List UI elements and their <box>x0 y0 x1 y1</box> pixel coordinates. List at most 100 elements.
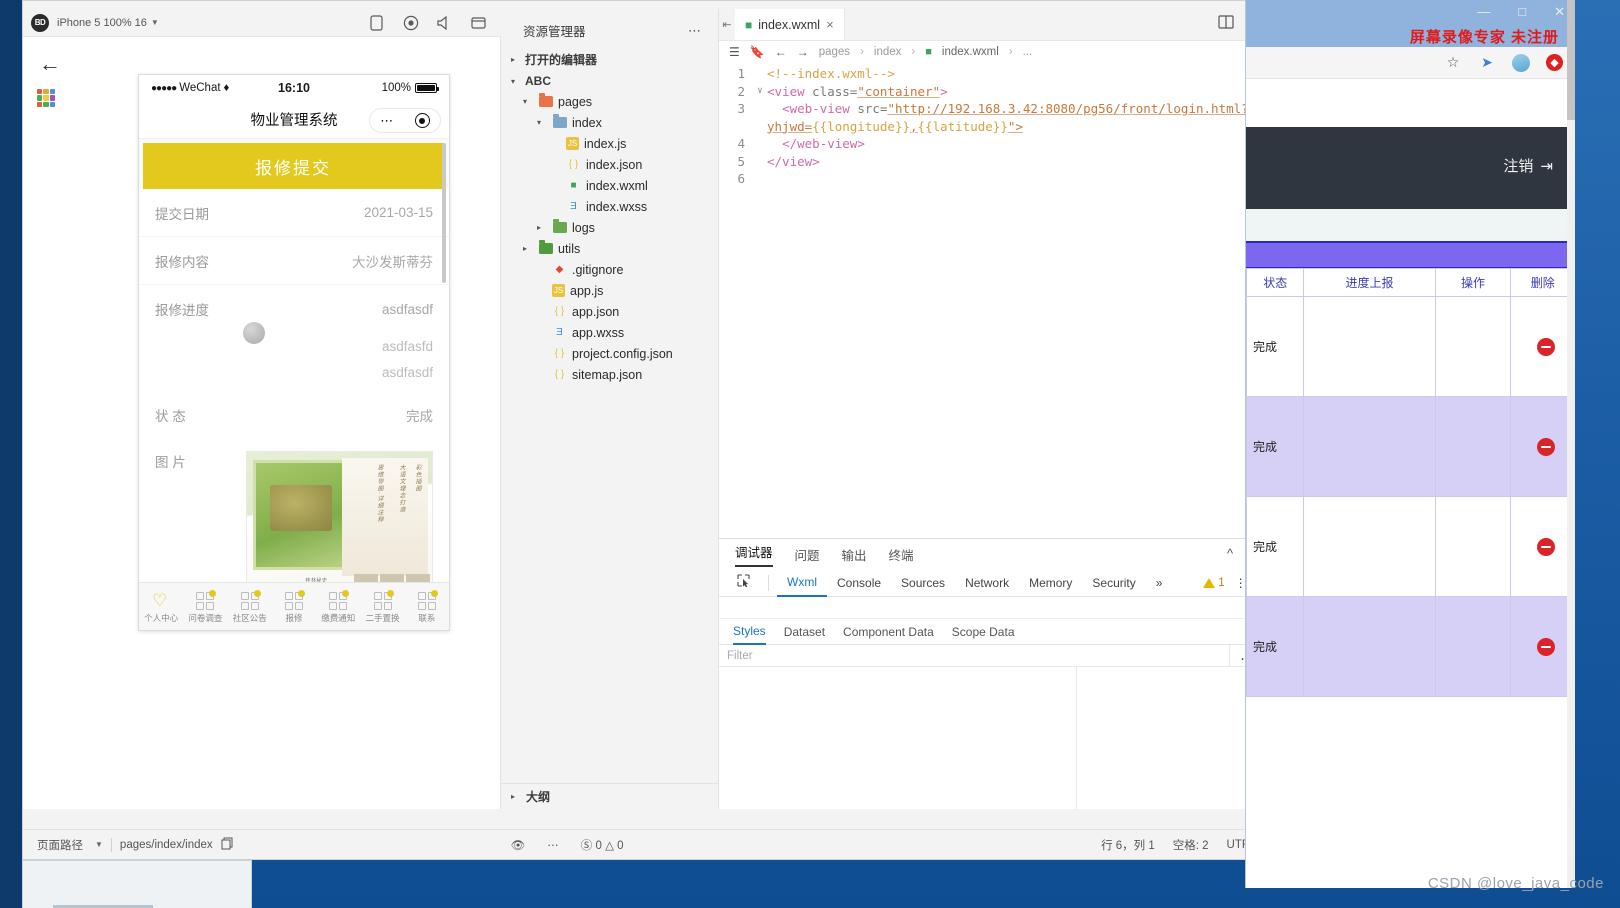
warning-badge[interactable]: 1 <box>1203 577 1225 589</box>
styles-filter-bar[interactable]: Filter .cls <box>719 645 1276 667</box>
chevron-down-icon[interactable]: ▼ <box>95 840 103 849</box>
maximize-icon[interactable]: □ <box>1518 4 1526 20</box>
filter-input[interactable]: Filter <box>719 645 1230 666</box>
devtool-tab-network[interactable]: Network <box>955 570 1019 596</box>
nav-back-icon[interactable]: ← <box>775 45 787 59</box>
split-editor-icon[interactable] <box>1218 15 1234 34</box>
file-tree-item[interactable]: { } index.json <box>501 154 718 175</box>
delete-circle-icon[interactable] <box>1536 537 1555 556</box>
code-editor[interactable]: 1 <!--index.wxml--> 2 ∨ <view class="contain… <box>719 63 1276 188</box>
cell-delete[interactable] <box>1510 496 1575 597</box>
debugger-panel-tabs[interactable]: 调试器 问题 输出 终端 ^ ✕ <box>719 539 1276 569</box>
breadcrumb-item-more[interactable]: ... <box>1023 46 1033 58</box>
code-line[interactable]: 3 <web-view src="http://192.168.3.42:808… <box>719 100 1276 135</box>
fold-toggle-icon[interactable]: ∨ <box>753 83 767 101</box>
styles-tab-component-data[interactable]: Component Data <box>843 625 934 639</box>
back-arrow-icon[interactable]: ← <box>39 53 61 75</box>
outline-list-icon[interactable]: ☰ <box>729 45 740 59</box>
record-icon[interactable] <box>402 14 419 31</box>
account-avatar-icon[interactable] <box>1512 53 1530 72</box>
tab-personal-center[interactable]: ♡ 个人中心 <box>139 592 183 624</box>
cell-delete[interactable] <box>1510 396 1575 497</box>
project-root-section[interactable]: ABC <box>501 71 718 91</box>
chevron-right-icon[interactable] <box>523 244 533 253</box>
panel-tab-problems[interactable]: 问题 <box>795 545 820 564</box>
wechat-capsule-buttons[interactable]: ⋯ <box>369 108 441 133</box>
cell-progress-report[interactable] <box>1303 296 1436 397</box>
close-miniprogram-icon[interactable] <box>414 113 430 128</box>
tab-second-hand[interactable]: 二手置换 <box>360 589 404 624</box>
cell-progress-report[interactable] <box>1303 496 1436 597</box>
tab-announcement[interactable]: 社区公告 <box>228 589 272 624</box>
tab-payment-notice[interactable]: 缴费通知 <box>316 589 360 624</box>
browser-toolbar[interactable]: ☆ ➤ ◆ <box>1246 47 1575 79</box>
repair-records-table[interactable]: 状态 进度上报 操作 删除 完成 完成 完成 完成 <box>1246 268 1575 697</box>
content-scrollbar[interactable] <box>442 143 446 283</box>
cell-action[interactable] <box>1434 296 1512 397</box>
sidebar-toggle-icon[interactable]: ⇤ <box>719 9 735 40</box>
wxml-tree-area[interactable] <box>719 597 1276 619</box>
breadcrumb-item-pages[interactable]: pages <box>819 46 850 58</box>
fold-toggle-icon[interactable] <box>753 65 767 83</box>
code-line[interactable]: 2 ∨ <view class="container"> <box>719 83 1276 101</box>
file-tree-item[interactable]: { } sitemap.json <box>501 364 718 385</box>
panel-tab-terminal[interactable]: 终端 <box>889 545 914 564</box>
miniprogram-tabbar[interactable]: ♡ 个人中心 问卷调查 社区公告 报修 缴费通知 二手置换 联系 <box>139 582 449 630</box>
page-path-label[interactable]: 页面路径 <box>37 837 83 853</box>
chevron-down-icon[interactable]: ▼ <box>151 18 159 27</box>
table-row[interactable]: 完成 <box>1246 296 1575 397</box>
column-header-action[interactable]: 操作 <box>1434 268 1512 297</box>
table-row[interactable]: 完成 <box>1246 496 1575 597</box>
window-icon[interactable] <box>470 14 487 31</box>
file-tree-item[interactable]: logs <box>501 217 718 238</box>
phone-simulator[interactable]: ●●●●● WeChat ♦ 16:10 100% 物业管理系统 ⋯ 报修提交 … <box>138 74 450 631</box>
volume-icon[interactable] <box>436 14 453 31</box>
background-window-sliver[interactable] <box>22 860 252 908</box>
outline-section[interactable]: 大纲 <box>501 783 719 809</box>
device-selector-label[interactable]: iPhone 5 100% 16 <box>57 17 147 29</box>
cell-action[interactable] <box>1434 596 1512 697</box>
devtools-tabbar[interactable]: Wxml Console Sources Network Memory Secu… <box>719 569 1276 597</box>
column-header-status[interactable]: 状态 <box>1246 268 1305 297</box>
file-tree[interactable]: pages index JS index.js { } index.json ■ index.… <box>501 91 718 385</box>
apps-grid-icon[interactable] <box>37 89 55 107</box>
code-line[interactable]: 4 </web-view> <box>719 135 1276 153</box>
file-tree-item[interactable]: Ǝindex.wxss <box>501 196 718 217</box>
star-icon[interactable]: ☆ <box>1444 54 1462 72</box>
file-tree-item[interactable]: ◆ .gitignore <box>501 259 718 280</box>
minimize-icon[interactable]: — <box>1477 4 1490 20</box>
nav-forward-icon[interactable]: → <box>797 45 809 59</box>
cell-progress-report[interactable] <box>1303 596 1436 697</box>
chevron-up-icon[interactable]: ^ <box>1227 546 1233 562</box>
browser-titlebar[interactable]: — □ ✕ 屏幕录像专家 未注册 <box>1246 0 1575 47</box>
chevron-right-icon[interactable] <box>511 792 521 801</box>
copy-icon[interactable] <box>221 837 233 853</box>
tab-survey[interactable]: 问卷调查 <box>183 589 227 624</box>
problems-summary[interactable]: Ⓢ 0 △ 0 <box>581 837 624 853</box>
more-icon[interactable]: ⋯ <box>547 838 559 852</box>
close-icon[interactable]: × <box>826 17 834 32</box>
cell-delete[interactable] <box>1510 296 1575 397</box>
file-tree-item[interactable]: utils <box>501 238 718 259</box>
column-header-delete[interactable]: 删除 <box>1510 268 1575 297</box>
cell-action[interactable] <box>1434 396 1512 497</box>
open-editors-section[interactable]: 打开的编辑器 <box>501 48 718 71</box>
breadcrumb[interactable]: ☰ 🔖 ← → pages › index › ■ index.wxml › .… <box>719 41 1276 63</box>
devtool-tab-console[interactable]: Console <box>827 570 891 596</box>
fold-toggle-icon[interactable] <box>753 153 767 171</box>
styles-tab-styles[interactable]: Styles <box>733 619 766 645</box>
file-tree-item[interactable]: JS index.js <box>501 133 718 154</box>
cell-progress-report[interactable] <box>1303 396 1436 497</box>
phone-icon[interactable] <box>368 14 385 31</box>
chevron-right-icon[interactable] <box>511 55 521 64</box>
delete-circle-icon[interactable] <box>1536 437 1555 456</box>
eye-icon[interactable]: 👁 <box>511 838 526 852</box>
menu-bar[interactable] <box>23 1 1411 9</box>
indent-setting[interactable]: 空格: 2 <box>1173 837 1209 853</box>
devtool-tab-memory[interactable]: Memory <box>1019 570 1082 596</box>
devtool-tab-security[interactable]: Security <box>1082 570 1145 596</box>
submit-repair-banner[interactable]: 报修提交 <box>143 143 443 189</box>
tab-contact[interactable]: 联系 <box>405 589 449 624</box>
file-tree-item[interactable]: Ǝapp.wxss <box>501 322 718 343</box>
file-tree-item[interactable]: JS app.js <box>501 280 718 301</box>
